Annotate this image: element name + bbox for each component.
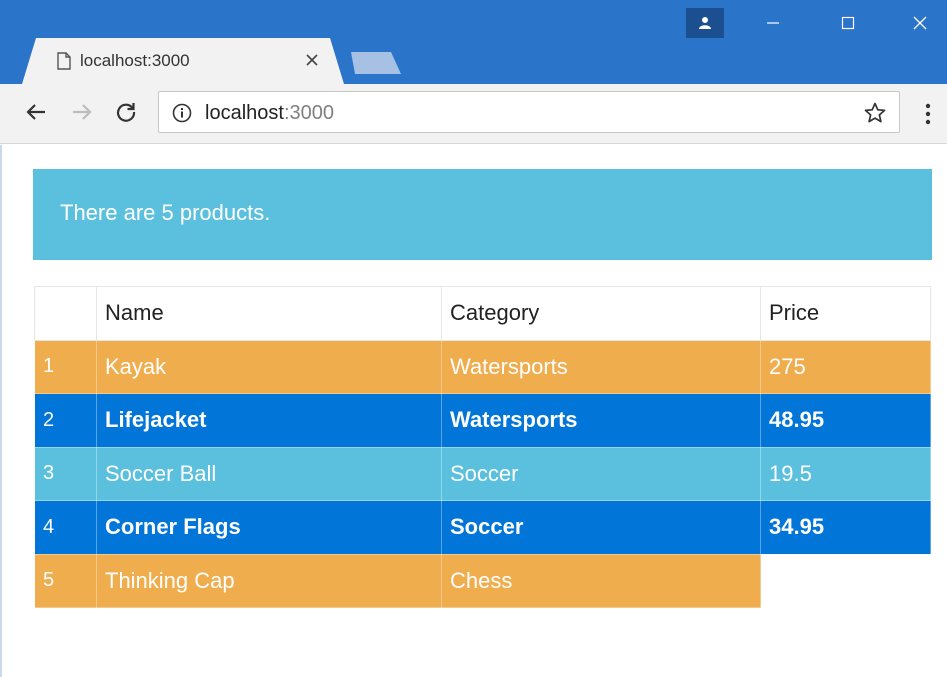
address-bar[interactable]: localhost:3000 <box>158 91 900 133</box>
arrow-right-icon <box>73 104 92 120</box>
product-category: Watersports <box>441 339 761 394</box>
product-price: 48.95 <box>760 393 931 448</box>
browser-toolbar: localhost:3000 <box>0 84 947 144</box>
product-count-alert: There are 5 products. <box>33 169 932 260</box>
row-index: 2 <box>34 393 97 448</box>
close-window-button[interactable] <box>897 8 943 38</box>
minimize-button[interactable] <box>750 8 796 38</box>
page-content: There are 5 products. Name Category Pric… <box>0 145 947 677</box>
row-index: 5 <box>34 553 97 608</box>
table-row: 2 Lifejacket Watersports 48.95 <box>34 393 931 448</box>
product-price: 19.5 <box>760 446 931 501</box>
products-table: Name Category Price 1 Kayak Watersports … <box>34 286 931 608</box>
url-text: localhost:3000 <box>205 102 334 125</box>
person-icon <box>699 17 711 29</box>
header-name: Name <box>96 286 442 341</box>
maximize-icon <box>841 16 855 30</box>
table-row: 3 Soccer Ball Soccer 19.5 <box>34 446 931 501</box>
table-row: 5 Thinking Cap Chess <box>34 553 931 608</box>
kebab-menu-icon[interactable] <box>918 102 938 126</box>
row-index: 1 <box>34 339 97 394</box>
table-header-row: Name Category Price <box>34 286 931 341</box>
product-name: Thinking Cap <box>96 553 442 608</box>
header-index <box>34 286 97 341</box>
product-category: Soccer <box>441 446 761 501</box>
close-icon <box>913 16 927 30</box>
row-index: 3 <box>34 446 97 501</box>
minimize-icon <box>767 22 779 24</box>
document-icon <box>57 52 71 70</box>
product-category: Soccer <box>441 500 761 555</box>
url-port: :3000 <box>283 102 334 124</box>
back-button[interactable] <box>22 98 50 126</box>
product-name: Kayak <box>96 339 442 394</box>
product-price: 275 <box>760 339 931 394</box>
arrow-left-icon <box>26 104 45 120</box>
url-host: localhost <box>205 102 284 124</box>
tab-title: localhost:3000 <box>80 51 190 70</box>
maximize-button[interactable] <box>825 8 871 38</box>
product-price: 34.95 <box>760 500 931 555</box>
reload-button[interactable] <box>112 98 140 126</box>
product-category: Watersports <box>441 393 761 448</box>
row-index: 4 <box>34 500 97 555</box>
table-row: 4 Corner Flags Soccer 34.95 <box>34 500 931 555</box>
product-name: Lifejacket <box>96 393 442 448</box>
product-price <box>760 554 931 608</box>
header-price: Price <box>760 286 931 341</box>
product-name: Soccer Ball <box>96 446 442 501</box>
new-tab-button[interactable] <box>351 52 401 74</box>
alert-text: There are 5 products. <box>60 200 271 225</box>
window-titlebar: localhost:3000 <box>0 0 947 84</box>
forward-button[interactable] <box>68 98 96 126</box>
info-icon[interactable] <box>172 103 192 123</box>
product-category: Chess <box>441 553 761 608</box>
star-icon[interactable] <box>863 101 887 125</box>
tab-localhost[interactable]: localhost:3000 <box>22 38 344 84</box>
reload-icon <box>116 103 136 122</box>
table-row: 1 Kayak Watersports 275 <box>34 339 931 394</box>
close-icon[interactable] <box>302 50 322 70</box>
profile-button[interactable] <box>686 8 724 38</box>
header-category: Category <box>441 286 761 341</box>
product-name: Corner Flags <box>96 500 442 555</box>
